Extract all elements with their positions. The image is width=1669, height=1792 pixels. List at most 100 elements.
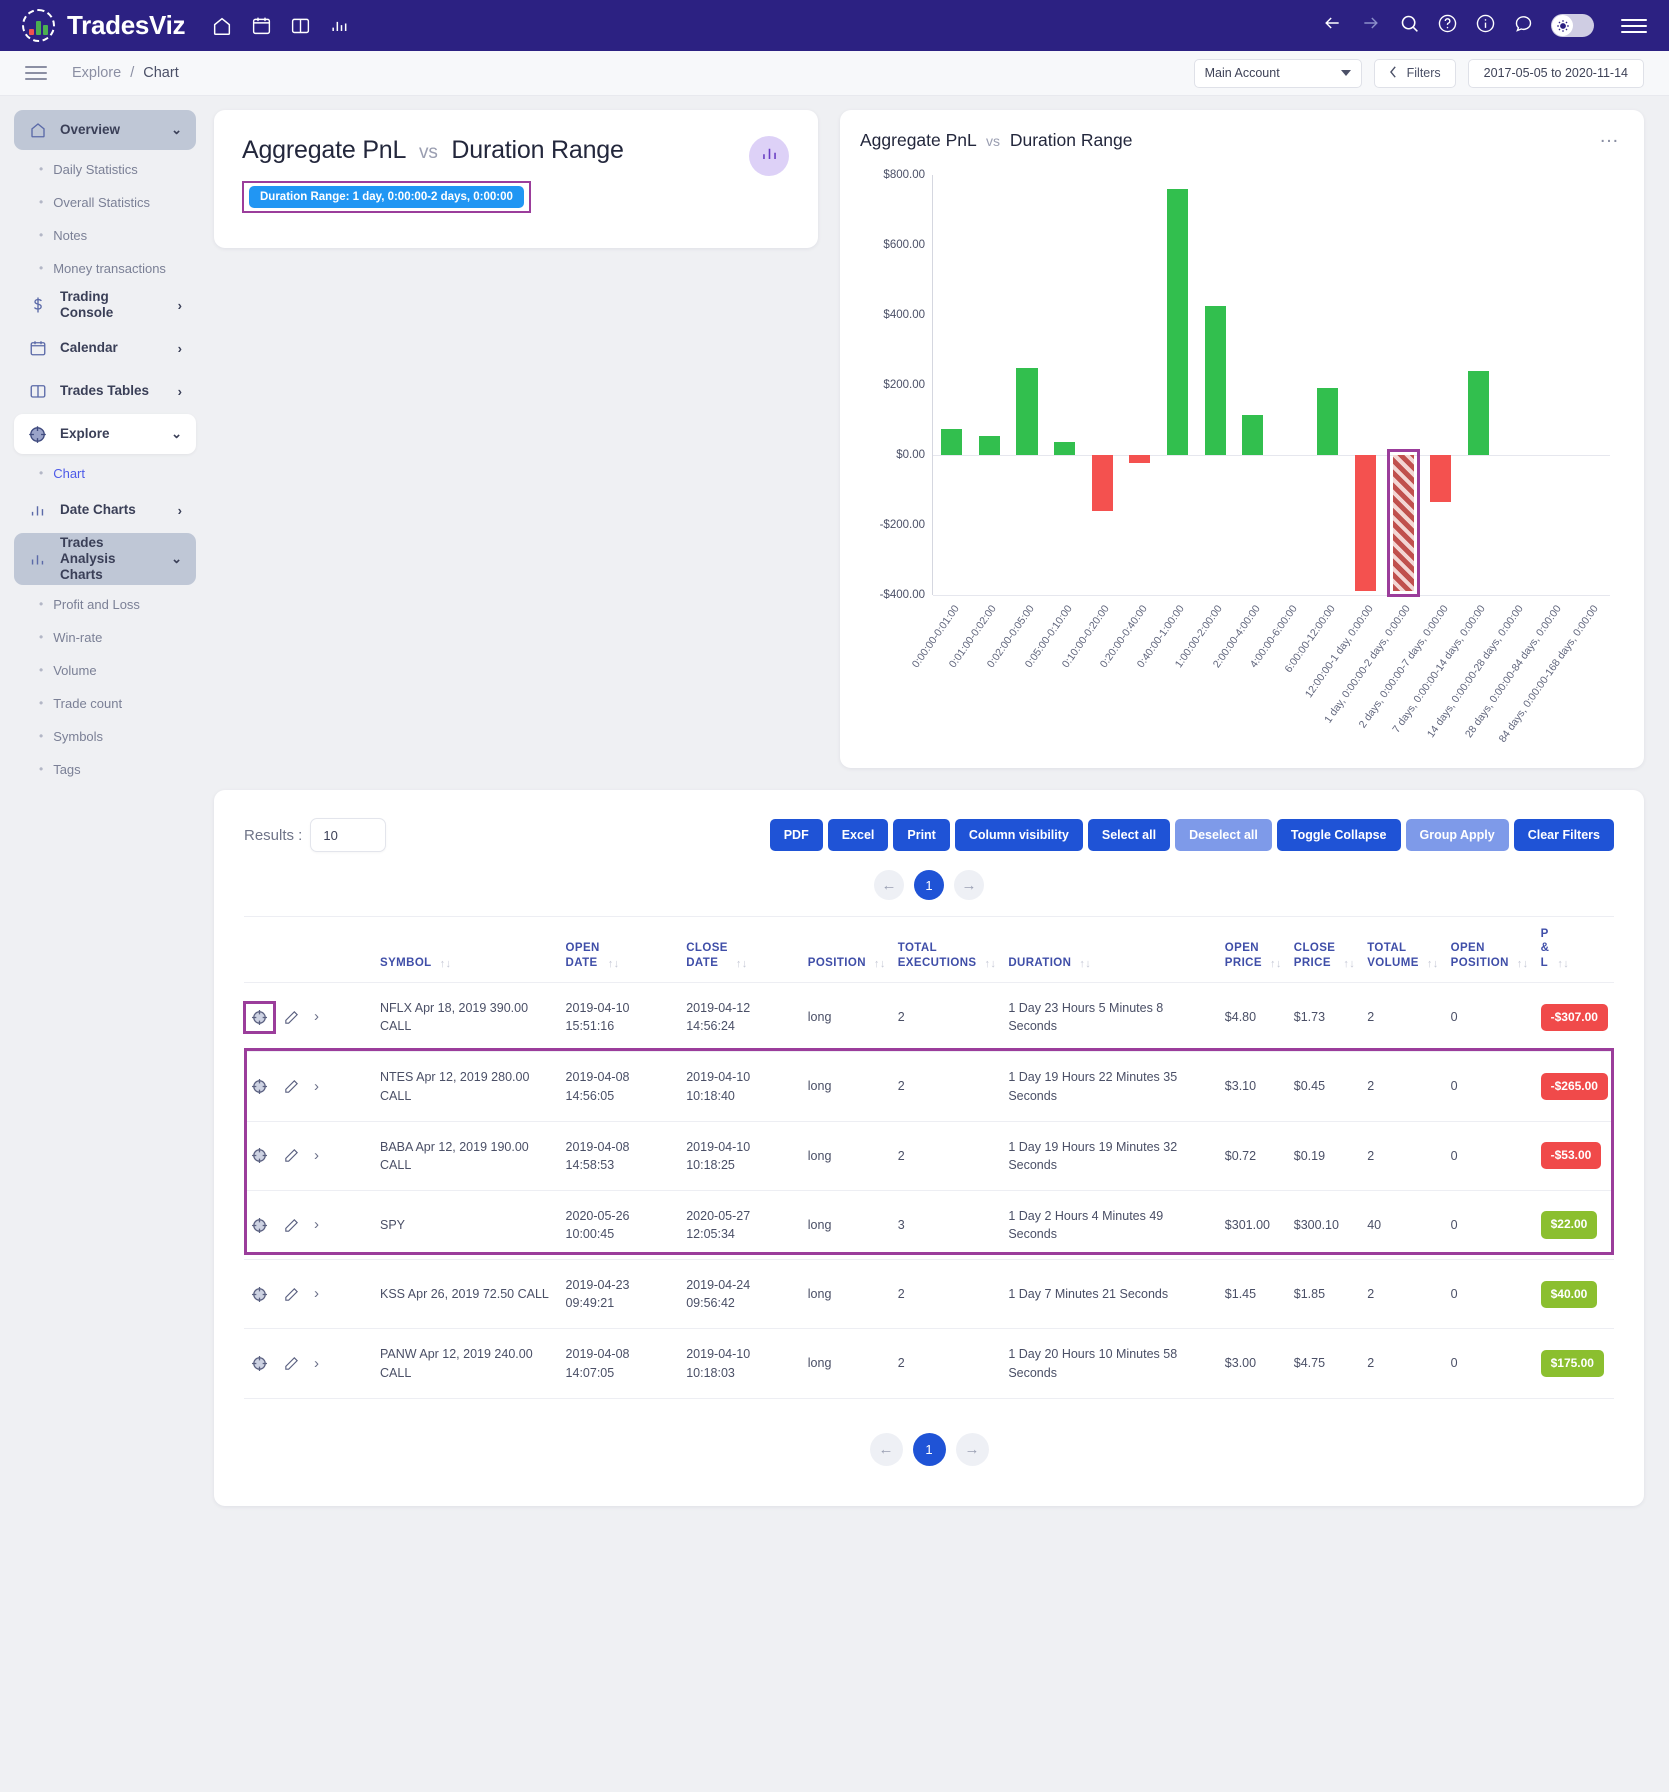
bar-slot[interactable] — [1046, 175, 1084, 595]
bar[interactable] — [1317, 387, 1339, 455]
sort-icon[interactable]: ↑↓ — [1343, 958, 1355, 970]
bar-slot[interactable] — [1196, 175, 1234, 595]
bar-slot[interactable] — [1347, 175, 1385, 595]
calendar-icon[interactable] — [251, 15, 272, 36]
target-icon[interactable] — [250, 1285, 269, 1304]
sidebar-item-symbols[interactable]: • Symbols — [14, 720, 196, 753]
expand-row-icon[interactable]: › — [314, 1214, 319, 1236]
next-page-button-bottom[interactable]: → — [955, 1432, 989, 1466]
columns-icon[interactable] — [290, 15, 311, 36]
bar[interactable] — [1016, 367, 1038, 455]
page-number-1[interactable]: 1 — [914, 870, 944, 900]
sidebar-item-date-charts[interactable]: Date Charts › — [14, 490, 196, 530]
info-icon[interactable] — [1475, 13, 1496, 39]
search-icon[interactable] — [1399, 13, 1420, 39]
sort-icon[interactable]: ↑↓ — [1427, 958, 1439, 970]
sort-icon[interactable]: ↑↓ — [1079, 958, 1091, 970]
sort-icon[interactable]: ↑↓ — [1270, 958, 1282, 970]
clear-filters-button[interactable]: Clear Filters — [1513, 819, 1614, 851]
sidebar-item-win-rate[interactable]: • Win-rate — [14, 621, 196, 654]
chat-icon[interactable] — [1513, 13, 1534, 39]
prev-page-button-bottom[interactable]: ← — [869, 1432, 903, 1466]
expand-row-icon[interactable]: › — [314, 1076, 319, 1098]
bar-slot[interactable] — [971, 175, 1009, 595]
table-row[interactable]: › SPY 2020-05-26 10:00:45 2020-05-27 12:05:… — [244, 1190, 1614, 1261]
sidebar-item-trades-analysis-charts[interactable]: Trades Analysis Charts ⌄ — [14, 533, 196, 585]
bar[interactable] — [1242, 415, 1264, 455]
table-row[interactable]: › NFLX Apr 18, 2019 390.00 CALL 2019-04-10… — [243, 982, 1614, 1053]
bar-slot[interactable] — [1083, 175, 1121, 595]
bar-chart-plot[interactable]: $800.00 $600.00 $400.00 $200.00 $0.00 -$200.0… — [880, 169, 1610, 745]
table-header-symbol[interactable]: SYMBOL ↑↓ — [374, 915, 560, 984]
bar-slot[interactable] — [1535, 175, 1573, 595]
sidebar-item-trading-console[interactable]: Trading Console › — [14, 285, 196, 325]
table-header-open-position[interactable]: OPEN POSITION ↑↓ — [1444, 915, 1535, 984]
forward-arrow-icon[interactable] — [1360, 13, 1382, 38]
group-apply-button[interactable]: Group Apply — [1405, 819, 1509, 851]
pdf-button[interactable]: PDF — [769, 819, 823, 851]
expand-row-icon[interactable]: › — [314, 1283, 319, 1305]
bar-slot[interactable] — [1008, 175, 1046, 595]
edit-pencil-icon[interactable] — [283, 1286, 300, 1303]
expand-row-icon[interactable]: › — [314, 1145, 319, 1167]
excel-button[interactable]: Excel — [827, 819, 889, 851]
bar[interactable] — [1091, 455, 1113, 511]
table-row[interactable]: › KSS Apr 26, 2019 72.50 CALL 2019-04-23 0… — [244, 1259, 1614, 1330]
chart-type-button[interactable] — [749, 136, 789, 176]
table-header-duration[interactable]: DURATION ↑↓ — [1002, 915, 1219, 984]
deselect-all-button[interactable]: Deselect all — [1175, 819, 1272, 851]
bar-slot[interactable] — [1271, 175, 1309, 595]
sort-icon[interactable]: ↑↓ — [608, 958, 620, 970]
sidebar-item-money-transactions[interactable]: • Money transactions — [14, 252, 196, 285]
sidebar-toggle-icon[interactable] — [25, 66, 47, 80]
filters-button[interactable]: Filters — [1373, 58, 1456, 88]
sort-icon[interactable]: ↑↓ — [874, 958, 886, 970]
sidebar-item-overall-statistics[interactable]: • Overall Statistics — [14, 186, 196, 219]
date-range-button[interactable]: 2017-05-05 to 2020-11-14 — [1467, 58, 1644, 88]
prev-page-button[interactable]: ← — [874, 870, 904, 900]
edit-pencil-icon[interactable] — [283, 1009, 300, 1026]
table-header-open-price[interactable]: OPEN PRICE ↑↓ — [1218, 915, 1288, 984]
bar-slot[interactable] — [1422, 175, 1460, 595]
expand-row-icon[interactable]: › — [314, 1006, 319, 1028]
sort-icon[interactable]: ↑↓ — [1557, 958, 1569, 970]
home-icon[interactable] — [211, 15, 233, 37]
next-page-button[interactable]: → — [954, 870, 984, 900]
table-header-total-volume[interactable]: TOTAL VOLUME ↑↓ — [1361, 915, 1445, 984]
table-row[interactable]: › BABA Apr 12, 2019 190.00 CALL 2019-04-08… — [244, 1121, 1614, 1191]
sidebar-item-volume[interactable]: • Volume — [14, 654, 196, 687]
bar-slot[interactable] — [1159, 175, 1197, 595]
bar-slot[interactable] — [1121, 175, 1159, 595]
sidebar-item-chart[interactable]: • Chart — [14, 457, 196, 490]
bar-slot[interactable] — [1572, 175, 1610, 595]
table-header-close-price[interactable]: CLOSE PRICE ↑↓ — [1287, 915, 1362, 984]
highlighted-bar[interactable] — [1392, 455, 1414, 591]
target-icon[interactable] — [250, 1146, 269, 1165]
expand-row-icon[interactable]: › — [314, 1353, 319, 1375]
results-input[interactable]: 10 — [310, 818, 387, 852]
select-all-button[interactable]: Select all — [1087, 819, 1171, 851]
menu-icon[interactable] — [1621, 18, 1647, 33]
sidebar-item-overview[interactable]: Overview ⌄ — [14, 110, 196, 150]
sidebar-item-explore[interactable]: Explore ⌄ — [14, 414, 196, 454]
bar[interactable] — [1354, 455, 1377, 591]
sidebar-item-daily-statistics[interactable]: • Daily Statistics — [14, 153, 196, 186]
sidebar-item-trade-count[interactable]: • Trade count — [14, 687, 196, 720]
bar-slot[interactable] — [1309, 175, 1347, 595]
edit-pencil-icon[interactable] — [283, 1355, 300, 1372]
page-number-1-bottom[interactable]: 1 — [912, 1432, 946, 1466]
sidebar-item-tags[interactable]: • Tags — [14, 753, 196, 786]
table-header-total-executions[interactable]: TOTAL EXECUTIONS ↑↓ — [891, 915, 1003, 984]
table-row[interactable]: › NTES Apr 12, 2019 280.00 CALL 2019-04-08… — [244, 1051, 1614, 1122]
bar[interactable] — [1129, 455, 1151, 463]
toggle-collapse-button[interactable]: Toggle Collapse — [1276, 819, 1401, 851]
bar-slot[interactable] — [1460, 175, 1498, 595]
bar[interactable] — [978, 435, 1000, 455]
table-header-position[interactable]: POSITION ↑↓ — [801, 915, 892, 984]
edit-pencil-icon[interactable] — [283, 1147, 300, 1164]
sort-icon[interactable]: ↑↓ — [985, 958, 997, 970]
target-icon[interactable] — [250, 1354, 269, 1373]
bar[interactable] — [941, 428, 963, 455]
sidebar-item-profit-and-loss[interactable]: • Profit and Loss — [14, 588, 196, 621]
table-row[interactable]: › PANW Apr 12, 2019 240.00 CALL 2019-04-08… — [244, 1328, 1614, 1399]
